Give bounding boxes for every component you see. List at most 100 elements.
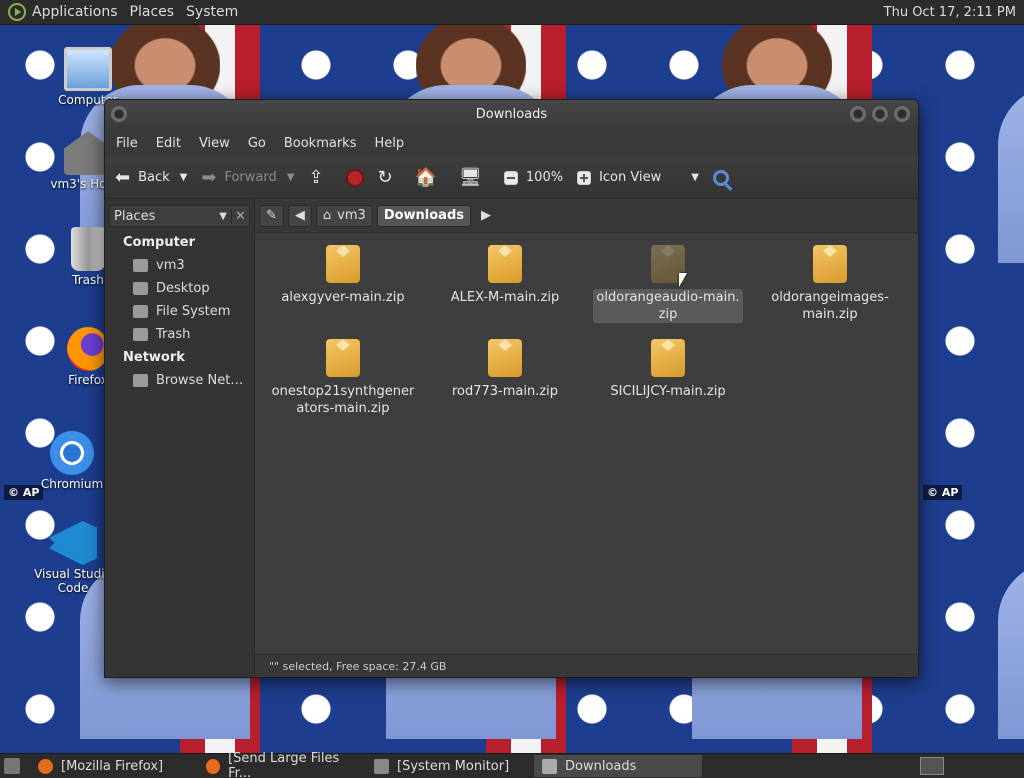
system-menu[interactable]: System [186, 4, 238, 20]
up-button[interactable]: ⇪ [308, 167, 331, 188]
zoom-level: 100% [525, 170, 564, 185]
zoom-in-icon [577, 170, 592, 185]
desktop-icon-computer[interactable]: Computer [43, 47, 133, 107]
forward-history-dropdown-icon[interactable]: ▼ [287, 172, 295, 183]
show-desktop-icon[interactable] [4, 758, 20, 774]
stop-button[interactable] [345, 168, 364, 187]
trash-icon [133, 328, 148, 341]
task-firefox[interactable]: [Mozilla Firefox] [30, 755, 198, 777]
firefox-icon [67, 327, 109, 371]
window-menu-button[interactable] [111, 106, 127, 122]
file-item[interactable]: alexgyver-main.zip [268, 245, 418, 306]
view-mode-select[interactable]: Icon View [599, 170, 661, 185]
task-system-monitor[interactable]: [System Monitor] [366, 755, 534, 777]
menu-file[interactable]: File [116, 136, 138, 151]
path-scroll-right[interactable]: ▶ [475, 205, 497, 227]
toggle-location-button[interactable]: ✎ [259, 204, 284, 227]
computer-icon: 🖥 [459, 167, 482, 188]
reload-icon: ↻ [377, 167, 393, 188]
computer-icon [64, 47, 112, 91]
workspace-switcher[interactable] [920, 757, 944, 775]
window-titlebar[interactable]: Downloads [105, 100, 918, 129]
sidebar-close-icon[interactable]: ✕ [231, 208, 249, 224]
file-name: alexgyver-main.zip [281, 290, 405, 305]
back-arrow-icon: ⬅ [115, 167, 131, 188]
sidebar-item-label: Desktop [156, 281, 210, 296]
file-name: oldorangeaudio-main. zip [593, 289, 743, 323]
sidebar-places-selector[interactable]: Places ▼ ✕ [109, 205, 250, 227]
taskbar: [Mozilla Firefox] [Send Large Files Fr..… [0, 751, 1024, 778]
wallpaper-tile [918, 501, 1024, 739]
content-pane: ✎ ◀ ⌂ vm3 Downloads ▶ alexgyver-main.zip [255, 199, 918, 677]
drive-icon [133, 305, 148, 318]
file-name: rod773-main.zip [451, 384, 559, 399]
file-item[interactable]: ALEX-M-main.zip [430, 245, 580, 306]
maximize-button[interactable] [872, 106, 888, 122]
task-label: [System Monitor] [397, 758, 510, 774]
top-panel: Applications Places System Thu Oct 17, 2… [0, 0, 1024, 25]
minimize-button[interactable] [850, 106, 866, 122]
reload-button[interactable]: ↻ [378, 167, 401, 188]
sidebar-item-trash[interactable]: Trash [105, 323, 254, 346]
forward-button[interactable]: ➡ Forward ▼ [201, 167, 294, 188]
window-body: Places ▼ ✕ Computer vm3 Desktop File Sys… [105, 199, 918, 677]
menu-bookmarks[interactable]: Bookmarks [284, 136, 357, 151]
file-item[interactable]: onestop21synthgener ators-main.zip [268, 339, 418, 417]
path-button-label: vm3 [337, 208, 366, 223]
forward-arrow-icon: ➡ [201, 167, 217, 188]
stop-icon [345, 168, 364, 187]
sidebar-item-file-system[interactable]: File System [105, 300, 254, 323]
path-scroll-left[interactable]: ◀ [287, 204, 312, 227]
forward-label: Forward [224, 170, 277, 185]
home-icon: ⌂ [322, 208, 332, 223]
path-button-downloads[interactable]: Downloads [376, 204, 472, 227]
home-folder-icon: 🏠 [414, 167, 438, 188]
task-send-large-files[interactable]: [Send Large Files Fr... [198, 751, 366, 778]
path-button-label: Downloads [383, 208, 465, 223]
close-button[interactable] [894, 106, 910, 122]
places-menu[interactable]: Places [130, 4, 175, 20]
window-title: Downloads [475, 107, 548, 122]
edit-location-icon: ✎ [266, 208, 277, 223]
sidebar-header-label: Places [114, 208, 156, 224]
chromium-icon [50, 431, 94, 475]
zoom-in-button[interactable]: Icon View ▼ [577, 170, 699, 185]
back-label: Back [138, 170, 170, 185]
back-button[interactable]: ⬅ Back ▼ [115, 167, 187, 188]
menu-help[interactable]: Help [374, 136, 404, 151]
file-item-selected[interactable]: oldorangeaudio-main. zip [593, 245, 743, 323]
chevron-down-icon[interactable]: ▼ [219, 211, 227, 222]
back-history-dropdown-icon[interactable]: ▼ [180, 172, 188, 183]
firefox-icon [38, 758, 53, 774]
sidebar-item-desktop[interactable]: Desktop [105, 277, 254, 300]
menu-go[interactable]: Go [248, 136, 266, 151]
computer-button[interactable]: 🖥 [459, 167, 490, 188]
file-item[interactable]: SICILIJCY-main.zip [593, 339, 743, 400]
task-downloads[interactable]: Downloads [534, 755, 702, 777]
path-button-vm3[interactable]: ⌂ vm3 [315, 204, 373, 227]
sidebar-section-network: Network [123, 350, 185, 365]
menu-edit[interactable]: Edit [156, 136, 181, 151]
sidebar-item-label: Trash [156, 327, 191, 342]
file-item[interactable]: rod773-main.zip [430, 339, 580, 400]
network-icon [133, 374, 148, 387]
ap-badge: © AP [923, 485, 963, 500]
menu-view[interactable]: View [199, 136, 230, 151]
sidebar-item-vm3[interactable]: vm3 [105, 254, 254, 277]
applications-menu[interactable]: Applications [32, 4, 118, 20]
chevron-right-icon: ▶ [481, 208, 492, 223]
search-button[interactable] [712, 169, 729, 186]
sidebar-item-browse-network[interactable]: Browse Net… [105, 369, 254, 392]
wallpaper-tile [918, 25, 1024, 263]
sidebar-item-label: Browse Net… [156, 373, 244, 388]
file-item[interactable]: oldorangeimages-main.zip [755, 245, 905, 323]
clock[interactable]: Thu Oct 17, 2:11 PM [884, 5, 1016, 20]
task-label: [Send Large Files Fr... [228, 751, 340, 778]
firefox-icon [206, 758, 221, 774]
zip-file-icon [488, 339, 522, 377]
view-mode-dropdown-icon[interactable]: ▼ [691, 172, 699, 183]
up-arrow-icon: ⇪ [308, 167, 324, 188]
home-button[interactable]: 🏠 [415, 167, 445, 188]
mint-logo-icon[interactable] [8, 3, 26, 21]
zoom-out-button[interactable]: 100% [503, 170, 564, 185]
